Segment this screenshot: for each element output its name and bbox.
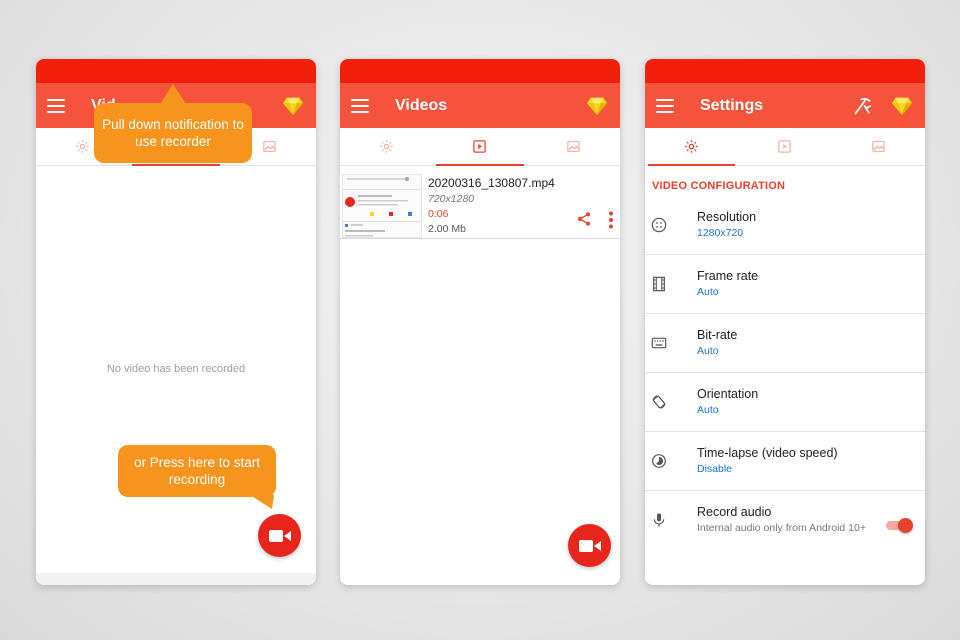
tab-screenshots[interactable] [832,128,925,165]
video-camera-icon [578,539,601,552]
premium-diamond-icon[interactable] [282,95,304,117]
menu-icon[interactable] [656,98,674,113]
app-title: Videos [395,96,448,114]
phone-screen-recording-help: Vid Pull down notification to use record… [36,59,316,585]
thumbnail-image [343,175,421,237]
timelapse-icon [652,454,666,468]
record-audio-toggle[interactable] [886,518,913,533]
bubble-pointer-down [250,495,274,509]
rotate-icon [652,395,666,409]
premium-diamond-icon[interactable] [586,95,608,117]
phone-screen-settings: Settings VIDEO CONFIGURATION Resolution … [645,59,925,585]
section-title: VIDEO CONFIGURATION [652,180,786,192]
setting-value: 1280x720 [697,227,744,239]
status-bar [36,59,316,83]
phone-screen-videos: Videos 20200316_130807.mp4 720x1280 0:06… [340,59,620,585]
record-button[interactable] [258,514,301,557]
more-vert-icon[interactable] [608,211,614,229]
video-list-item[interactable]: 20200316_130807.mp4 720x1280 0:06 2.00 M… [340,173,620,239]
gear-icon [76,140,89,153]
status-bar [645,59,925,83]
setting-value: Auto [697,286,719,298]
setting-value: Auto [697,345,719,357]
setting-bit-rate[interactable]: Bit-rate Auto [645,314,925,373]
menu-icon[interactable] [47,98,65,113]
status-bar [340,59,620,83]
bottom-strip [36,573,316,585]
app-bar: Videos [340,83,620,128]
hint-bubble-record: or Press here to start recording [118,445,276,497]
setting-value: Disable [697,463,733,475]
setting-frame-rate[interactable]: Frame rate Auto [645,255,925,314]
hint-bubble-notification: Pull down notification to use recorder [94,103,252,163]
tab-videos[interactable] [738,128,831,165]
tab-videos[interactable] [433,128,526,166]
video-filename: 20200316_130807.mp4 [428,176,555,190]
toggle-knob [898,518,913,533]
tab-settings[interactable] [645,128,738,166]
tab-settings[interactable] [340,128,433,165]
play-icon [473,140,487,153]
setting-value: Auto [697,404,719,416]
gear-icon [380,140,393,153]
setting-subtitle: Internal audio only from Android 10+ [697,522,866,534]
setting-title: Orientation [697,387,759,401]
empty-message: No video has been recorded [106,363,246,375]
menu-icon[interactable] [351,98,369,113]
video-info: 20200316_130807.mp4 720x1280 0:06 2.00 M… [428,173,620,238]
settings-list: Resolution 1280x720 Frame rate Auto Bit-… [645,196,925,550]
setting-title: Resolution [697,210,757,224]
setting-title: Time-lapse (video speed) [697,446,838,460]
mic-icon [653,513,665,527]
play-icon [778,140,792,153]
video-resolution: 720x1280 [428,193,475,205]
setting-title: Bit-rate [697,328,738,342]
resolution-icon [651,217,667,233]
keyboard-icon [651,337,667,349]
setting-record-audio[interactable]: Record audio Internal audio only from An… [645,491,925,550]
image-icon [872,140,885,153]
image-icon [567,140,580,153]
tab-screenshots[interactable] [527,128,620,165]
hint-text-notification: Pull down notification to use recorder [102,117,244,149]
bubble-pointer [160,84,186,104]
app-title: Settings [700,96,764,114]
film-icon [653,276,665,292]
record-button[interactable] [568,524,611,567]
tab-bar [340,128,620,166]
premium-diamond-icon[interactable] [891,95,913,117]
video-camera-icon [268,529,291,542]
app-bar: Settings [645,83,925,128]
magic-tools-icon[interactable] [853,96,873,116]
image-icon [263,140,276,153]
setting-title: Record audio [697,505,772,519]
setting-title: Frame rate [697,269,759,283]
setting-resolution[interactable]: Resolution 1280x720 [645,196,925,255]
share-icon[interactable] [576,211,592,227]
hint-text-record: or Press here to start recording [133,455,261,487]
video-thumbnail[interactable] [342,174,422,238]
setting-orientation[interactable]: Orientation Auto [645,373,925,432]
gear-icon [685,140,698,153]
setting-time-lapse[interactable]: Time-lapse (video speed) Disable [645,432,925,491]
tab-bar [645,128,925,166]
